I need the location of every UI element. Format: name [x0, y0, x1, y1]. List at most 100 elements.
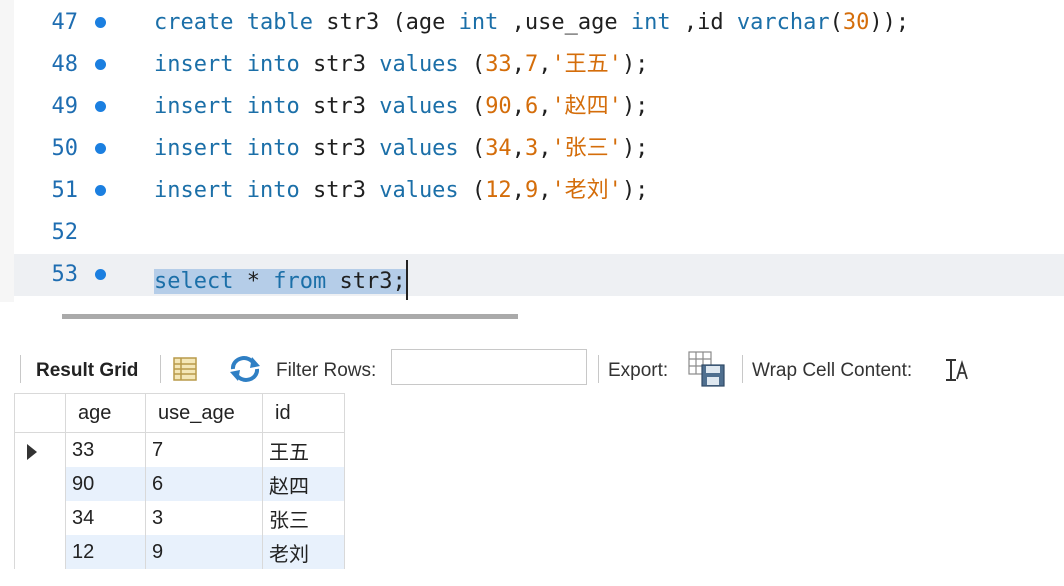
wrap-text-icon[interactable]: [944, 358, 970, 382]
statement-marker-icon[interactable]: [95, 269, 106, 280]
selected-text[interactable]: select * from str3;: [154, 269, 406, 294]
statement-marker-icon[interactable]: [95, 17, 106, 28]
sql-keyword: into: [246, 52, 300, 77]
toolbar-separator: [160, 355, 161, 383]
toolbar-separator: [742, 355, 743, 383]
sql-keyword: values: [379, 178, 459, 203]
code-text[interactable]: insert into str3 values (34,3,'张三');: [154, 136, 648, 162]
code-text[interactable]: select * from str3;: [154, 260, 408, 302]
cell-use-age[interactable]: 7: [145, 432, 263, 467]
sql-text: str3: [299, 178, 380, 203]
table-row[interactable]: 33 7 王五: [14, 432, 345, 467]
sql-number: 30: [842, 10, 870, 35]
sql-text: ,: [511, 94, 525, 119]
column-header-age[interactable]: age: [65, 393, 146, 433]
export-icon[interactable]: [688, 351, 726, 387]
code-line[interactable]: 51 insert into str3 values (12,9,'老刘');: [14, 170, 1064, 212]
cell-id[interactable]: 张三: [262, 501, 345, 535]
cell-id[interactable]: 王五: [262, 432, 345, 467]
code-line[interactable]: 48 insert into str3 values (33,7,'王五');: [14, 44, 1064, 86]
sql-number: 7: [524, 52, 539, 77]
code-line[interactable]: 49 insert into str3 values (90,6,'赵四');: [14, 86, 1064, 128]
result-toolbar: Result Grid Filter Rows: Export: Wrap Ce…: [0, 345, 1064, 391]
statement-marker-icon[interactable]: [95, 185, 106, 196]
grid-header-row: age use_age id: [14, 393, 345, 433]
table-row[interactable]: 90 6 赵四: [14, 467, 345, 501]
code-line[interactable]: 53 select * from str3;: [14, 254, 1064, 300]
horizontal-scrollbar[interactable]: [62, 314, 518, 319]
sql-text: ,: [511, 178, 525, 203]
code-line[interactable]: 50 insert into str3 values (34,3,'张三');: [14, 128, 1064, 170]
sql-keyword: into: [246, 178, 300, 203]
sql-editor[interactable]: 47 create table str3 (age int ,use_age in…: [14, 0, 1064, 319]
statement-marker-icon[interactable]: [95, 143, 106, 154]
sql-text: ,id: [670, 10, 737, 35]
sql-text: ,: [538, 52, 552, 77]
row-header[interactable]: [14, 432, 66, 467]
code-text[interactable]: insert into str3 values (33,7,'王五');: [154, 52, 648, 78]
toolbar-separator: [598, 355, 599, 383]
sql-string: '赵四': [551, 94, 622, 119]
cell-id[interactable]: 赵四: [262, 467, 345, 501]
row-header-corner: [14, 393, 66, 433]
sql-text: (: [829, 10, 843, 35]
sql-keyword: select: [154, 269, 234, 294]
row-header[interactable]: [14, 467, 66, 501]
code-line[interactable]: 52: [14, 212, 1064, 254]
cell-use-age[interactable]: 9: [145, 535, 263, 569]
sql-text: );: [621, 136, 649, 161]
sql-keyword: values: [379, 52, 459, 77]
sql-string: '王五': [551, 52, 622, 77]
form-editor-icon[interactable]: [172, 356, 198, 382]
sql-string: '老刘': [551, 178, 622, 203]
cell-use-age[interactable]: 6: [145, 467, 263, 501]
filter-rows-input[interactable]: [391, 349, 587, 385]
sql-number: 12: [485, 178, 512, 203]
sql-keyword: values: [379, 136, 459, 161]
sql-text: ));: [869, 10, 910, 35]
statement-marker-icon[interactable]: [95, 59, 106, 70]
sql-text: *: [233, 269, 274, 294]
sql-keyword: table: [246, 10, 313, 35]
sql-keyword: varchar: [736, 10, 830, 35]
cell-age[interactable]: 34: [65, 501, 146, 535]
cell-age[interactable]: 33: [65, 432, 146, 467]
sql-number: 34: [485, 136, 512, 161]
line-number: 49: [51, 94, 79, 119]
cell-age[interactable]: 12: [65, 535, 146, 569]
sql-keyword: values: [379, 94, 459, 119]
code-text[interactable]: create table str3 (age int ,use_age int …: [154, 10, 909, 36]
code-text[interactable]: insert into str3 values (12,9,'老刘');: [154, 178, 648, 204]
result-grid-tab[interactable]: Result Grid: [36, 360, 138, 382]
sql-text: ,: [511, 52, 525, 77]
table-row[interactable]: 34 3 张三: [14, 501, 345, 535]
sql-text: str3 (age: [312, 10, 459, 35]
toolbar-separator: [20, 355, 21, 383]
line-number: 53: [51, 262, 79, 287]
cell-id[interactable]: 老刘: [262, 535, 345, 569]
statement-marker-icon[interactable]: [95, 101, 106, 112]
sql-text: (: [458, 178, 486, 203]
sql-keyword: insert: [154, 178, 234, 203]
sql-text: ,: [511, 136, 525, 161]
wrap-cell-content-label: Wrap Cell Content:: [752, 360, 913, 381]
row-header[interactable]: [14, 501, 66, 535]
code-line[interactable]: 47 create table str3 (age int ,use_age in…: [14, 2, 1064, 44]
sql-keyword: create: [154, 10, 234, 35]
column-header-id[interactable]: id: [262, 393, 345, 433]
result-grid[interactable]: age use_age id 33 7 王五 90 6 赵四 34 3 张三 1…: [14, 393, 345, 569]
cell-age[interactable]: 90: [65, 467, 146, 501]
table-row[interactable]: 12 9 老刘: [14, 535, 345, 569]
sql-keyword: int: [630, 10, 671, 35]
refresh-icon[interactable]: [228, 355, 262, 383]
column-header-use-age[interactable]: use_age: [145, 393, 263, 433]
sql-text: );: [621, 178, 649, 203]
sql-number: 9: [524, 178, 539, 203]
sql-number: 3: [524, 136, 539, 161]
code-text[interactable]: insert into str3 values (90,6,'赵四');: [154, 94, 648, 120]
cell-use-age[interactable]: 3: [145, 501, 263, 535]
row-header[interactable]: [14, 535, 66, 569]
line-number: 50: [51, 136, 79, 161]
